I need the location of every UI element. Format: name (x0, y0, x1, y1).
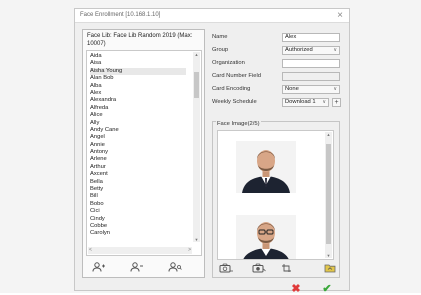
face-photo-1[interactable] (236, 141, 296, 193)
confirm-button[interactable]: ✔ (320, 283, 334, 295)
card-number-row: Card Number Field (212, 72, 340, 82)
weekly-schedule-row: Weekly Schedule Download 1 ∨ + (212, 98, 341, 108)
list-item[interactable]: Betty (90, 186, 186, 193)
list-item[interactable]: Alfreda (90, 105, 186, 112)
camera-capture-icon[interactable] (252, 263, 266, 273)
chevron-down-icon: ∨ (333, 47, 337, 53)
person-list-panel: Face Lib: Face Lib Random 2019 (Max: 100… (82, 29, 205, 278)
list-item[interactable]: Bobo (90, 201, 186, 208)
weekly-schedule-select[interactable]: Download 1 ∨ (282, 98, 329, 107)
list-item[interactable]: Antony (90, 149, 186, 156)
search-user-icon[interactable] (167, 262, 183, 273)
name-label: Name (212, 34, 228, 40)
card-number-field[interactable] (282, 72, 340, 81)
crop-icon[interactable] (281, 263, 295, 273)
list-item[interactable]: Aisa (90, 60, 186, 67)
list-item[interactable]: Angel (90, 134, 186, 141)
card-encoding-select[interactable]: None ∨ (282, 85, 340, 94)
group-row: Group Authorized ∨ (212, 46, 340, 56)
weekly-schedule-label: Weekly Schedule (212, 99, 257, 105)
person-list[interactable]: Aida Aisa Aisha Young Alan Bob Alba Alex Alexa… (86, 50, 202, 256)
list-vertical-scrollbar[interactable]: ▲ ▼ (193, 52, 200, 242)
list-item[interactable]: Aida (90, 53, 186, 60)
organization-field[interactable] (282, 59, 340, 68)
scroll-up-icon[interactable]: ▲ (325, 132, 332, 137)
list-item[interactable]: Cindy (90, 216, 186, 223)
list-item[interactable]: Alex (90, 90, 186, 97)
face-image-toolbar (219, 263, 337, 275)
face-image-label: Face Image(2/5) (216, 121, 261, 127)
card-encoding-value: None (285, 86, 299, 92)
folder-icon[interactable] (323, 263, 337, 273)
list-item[interactable]: Andy Cane (90, 127, 186, 134)
list-item[interactable]: Cobbe (90, 223, 186, 230)
face-photo-2[interactable] (236, 215, 296, 260)
scroll-right-icon[interactable]: > (188, 247, 191, 254)
card-encoding-label: Card Encoding (212, 86, 251, 92)
group-select[interactable]: Authorized ∨ (282, 46, 340, 55)
face-list-scrollbar[interactable]: ▲ ▼ (325, 132, 332, 258)
list-item[interactable]: Ally (90, 120, 186, 127)
scroll-thumb[interactable] (326, 144, 331, 244)
delete-user-icon[interactable] (129, 262, 145, 273)
list-item[interactable]: Arthur (90, 164, 186, 171)
add-user-icon[interactable] (91, 262, 107, 273)
cancel-button[interactable]: ✖ (289, 283, 303, 295)
weekly-schedule-value: Download 1 (285, 99, 316, 105)
scroll-up-icon[interactable]: ▲ (193, 52, 200, 57)
list-horizontal-scrollbar[interactable]: < > (88, 247, 192, 254)
list-item[interactable]: Alba (90, 83, 186, 90)
person-detail-panel: Name Alex Group Authorized ∨ Organizatio… (205, 29, 343, 278)
list-item[interactable]: Carolyn (90, 230, 186, 237)
scroll-left-icon[interactable]: < (89, 247, 92, 254)
dialog-titlebar: Face Enrollment [10.168.1.10] × (75, 9, 349, 23)
name-row: Name Alex (212, 33, 340, 43)
close-icon[interactable]: × (337, 10, 343, 22)
scroll-thumb[interactable] (194, 72, 199, 98)
scroll-down-icon[interactable]: ▼ (193, 237, 200, 242)
scroll-down-icon[interactable]: ▼ (325, 253, 332, 258)
list-item[interactable]: Arlene (90, 156, 186, 163)
organization-label: Organization (212, 60, 245, 66)
group-value: Authorized (285, 47, 313, 53)
person-list-items: Aida Aisa Aisha Young Alan Bob Alba Alex Alexa… (90, 53, 186, 238)
group-label: Group (212, 47, 229, 53)
name-field[interactable]: Alex (282, 33, 340, 42)
card-encoding-row: Card Encoding None ∨ (212, 85, 340, 95)
list-toolbar (91, 262, 201, 274)
add-schedule-button[interactable]: + (332, 98, 341, 107)
list-item[interactable]: Alice (90, 112, 186, 119)
list-item[interactable]: Alexandra (90, 97, 186, 104)
chevron-down-icon: ∨ (322, 99, 326, 105)
list-item[interactable]: Bella (90, 179, 186, 186)
list-item[interactable]: Alan Bob (90, 75, 186, 82)
chevron-down-icon: ∨ (333, 86, 337, 92)
list-item[interactable]: Cici (90, 208, 186, 215)
card-number-label: Card Number Field (212, 73, 261, 79)
face-image-group: Face Image(2/5) ▲ ▼ (212, 121, 340, 278)
organization-row: Organization (212, 59, 340, 69)
dialog-title: Face Enrollment [10.168.1.10] (80, 12, 161, 18)
list-item[interactable]: Bill (90, 193, 186, 200)
list-item[interactable]: Annie (90, 142, 186, 149)
list-item[interactable]: Axcent (90, 171, 186, 178)
face-image-list[interactable]: ▲ ▼ (217, 130, 334, 260)
list-item[interactable]: Aisha Young (90, 67, 186, 76)
camera-add-icon[interactable] (219, 263, 233, 273)
face-enrollment-dialog: Face Enrollment [10.168.1.10] × Face Lib… (74, 8, 350, 295)
face-lib-title: Face Lib: Face Lib Random 2019 (Max: 100… (87, 33, 193, 47)
